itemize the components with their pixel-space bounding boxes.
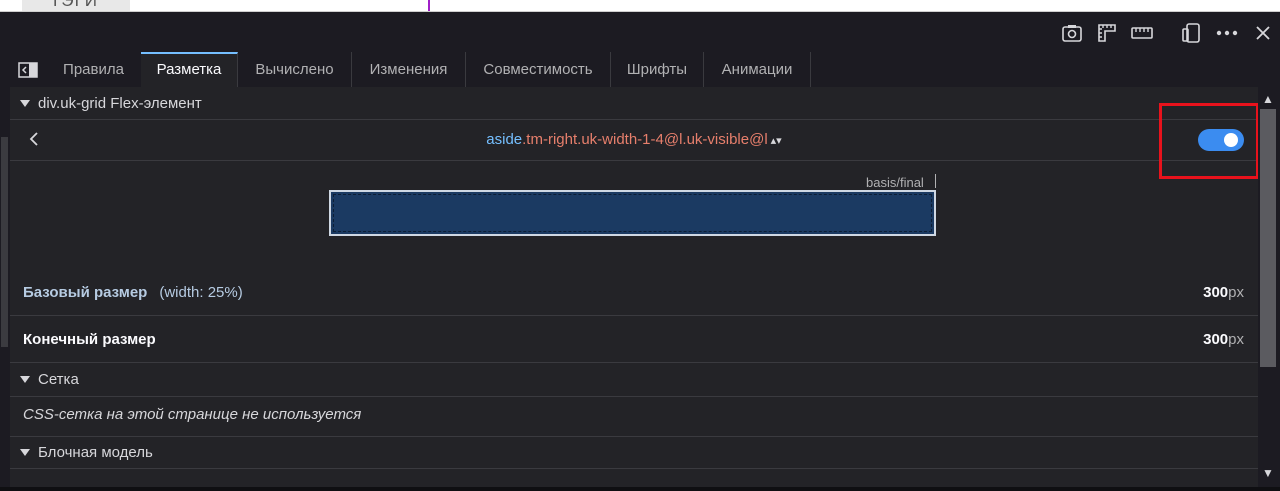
tab-animations[interactable]: Анимации	[704, 52, 811, 87]
basis-tick	[935, 174, 936, 188]
selector-classes: .tm-right.uk-width-1-4@l.uk-visible@l	[522, 131, 768, 148]
rulers-icon[interactable]	[1096, 22, 1118, 44]
tab-layout[interactable]: Разметка	[141, 52, 238, 87]
webpage-strip: ТЭГИ	[0, 0, 1280, 12]
inspector-tabs: Правила Разметка Вычислено Изменения Сов…	[0, 52, 1280, 88]
basis-final-label: basis/final	[866, 175, 924, 190]
base-size-unit: px	[1228, 284, 1244, 301]
flex-item-selector-row: aside.tm-right.uk-width-1-4@l.uk-visible…	[10, 120, 1258, 161]
tab-computed[interactable]: Вычислено	[238, 52, 352, 87]
grid-section-header[interactable]: Сетка	[10, 363, 1258, 397]
close-icon[interactable]	[1252, 22, 1274, 44]
tab-fonts[interactable]: Шрифты	[611, 52, 704, 87]
tab-rules[interactable]: Правила	[46, 52, 142, 87]
final-size-label: Конечный размер	[23, 331, 156, 348]
tab-changes[interactable]: Изменения	[352, 52, 466, 87]
selector-tag: aside	[486, 131, 523, 148]
bottom-edge	[0, 487, 1280, 491]
tag-chip-label: ТЭГИ	[50, 0, 99, 10]
vertical-scrollbar[interactable]: ▲ ▼	[1258, 87, 1280, 487]
collapse-triangle-icon	[20, 100, 30, 107]
final-size-value-wrap: 300px	[1203, 331, 1244, 348]
tab-compatibility[interactable]: Совместимость	[466, 52, 611, 87]
box-model-section-header[interactable]: Блочная модель	[10, 437, 1258, 469]
flex-size-bar	[329, 190, 936, 236]
devtools-toolbar	[0, 12, 1280, 52]
sidebar-toggle-icon[interactable]	[10, 52, 46, 87]
base-size-note: (width: 25%)	[159, 284, 243, 301]
grid-empty-note: CSS-сетка на этой странице не использует…	[23, 406, 362, 423]
box-model-section-title: Блочная модель	[38, 444, 153, 461]
base-size-label: Базовый размер	[23, 284, 148, 301]
responsive-icon[interactable]	[1180, 22, 1202, 44]
screenshot-icon[interactable]	[1061, 22, 1083, 44]
more-icon[interactable]	[1216, 22, 1238, 44]
selector-dropdown-icon[interactable]: ▴▾	[771, 135, 782, 147]
base-size-row: Базовый размер (width: 25%) 300px	[10, 269, 1258, 316]
flex-item-section-header[interactable]: div.uk-grid Flex-элемент	[10, 88, 1258, 120]
final-size-row: Конечный размер 300px	[10, 316, 1258, 363]
grid-section-title: Сетка	[38, 371, 79, 388]
final-size-value: 300	[1203, 331, 1229, 348]
final-size-unit: px	[1228, 331, 1244, 348]
scroll-up-icon[interactable]: ▲	[1262, 93, 1274, 105]
left-gutter-thumb	[1, 137, 8, 347]
base-size-value: 300	[1203, 284, 1229, 301]
base-size-label-wrap: Базовый размер (width: 25%)	[23, 284, 243, 301]
left-gutter	[0, 87, 10, 487]
collapse-triangle-icon	[20, 449, 30, 456]
base-size-value-wrap: 300px	[1203, 284, 1244, 301]
measure-icon[interactable]	[1131, 22, 1153, 44]
scrollbar-thumb[interactable]	[1260, 109, 1276, 367]
scroll-down-icon[interactable]: ▼	[1262, 467, 1274, 479]
annotation-highlight-box	[1159, 103, 1259, 179]
collapse-triangle-icon	[20, 376, 30, 383]
flex-item-selector[interactable]: aside.tm-right.uk-width-1-4@l.uk-visible…	[10, 131, 1258, 148]
flex-item-section-title: div.uk-grid Flex-элемент	[38, 95, 202, 112]
